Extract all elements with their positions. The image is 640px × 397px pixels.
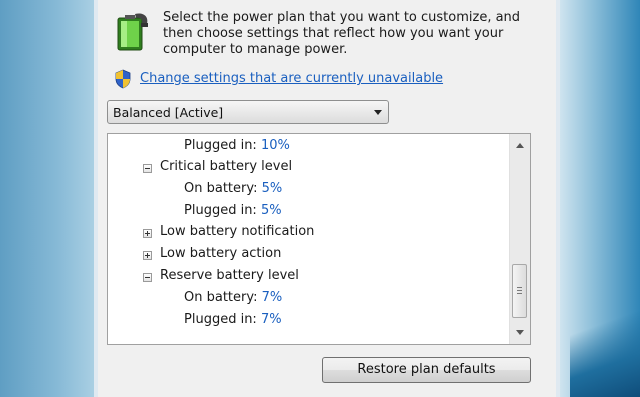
tree-scrollbar[interactable] [509,134,530,344]
tree-item-label: Plugged in: [184,138,257,153]
tree-item-on-battery[interactable]: On battery: 7% [184,290,282,305]
tree-item-plugged-in[interactable]: Plugged in: 10% [184,138,290,153]
tree-item-plugged-in[interactable]: Plugged in: 5% [184,203,282,218]
power-plan-dropdown[interactable]: Balanced [Active] [107,100,389,124]
dialog-border-right [556,0,560,397]
tree-item-label: Low battery notification [160,224,315,239]
window-frame-left [0,0,94,397]
tree-item-label: On battery: [184,290,258,305]
tree-item-low-battery-action[interactable]: Low battery action [160,246,281,261]
intro-line: then choose settings that reflect how yo… [163,26,504,41]
intro-line: Select the power plan that you want to c… [163,10,521,25]
change-settings-link[interactable]: Change settings that are currently unava… [140,71,443,86]
scroll-down-icon[interactable] [516,330,524,335]
thumb-grip [517,290,522,291]
tree-item-label: Plugged in: [184,203,257,218]
dropdown-arrow-icon [374,110,382,115]
tree-item-value[interactable]: 7% [261,312,282,327]
battery-power-icon [117,13,148,51]
desktop-wallpaper [570,277,640,397]
intro-line: computer to manage power. [163,42,348,57]
intro-text: Select the power plan that you want to c… [163,10,543,58]
uac-shield-icon [115,69,131,89]
collapse-icon[interactable] [143,273,152,282]
tree-item-label: Plugged in: [184,312,257,327]
tree-item-value[interactable]: 5% [261,203,282,218]
thumb-grip [517,287,522,288]
power-plan-selected-value: Balanced [Active] [113,105,224,120]
advanced-settings-tree[interactable]: Plugged in: 10% Critical battery level O… [107,133,531,345]
dialog-border-left [94,0,98,397]
tree-item-value[interactable]: 7% [262,290,283,305]
scrollbar-thumb[interactable] [512,264,527,318]
tree-item-value[interactable]: 5% [262,181,283,196]
thumb-grip [517,293,522,294]
expand-icon[interactable] [143,251,152,260]
tree-item-label: Reserve battery level [160,268,299,283]
scroll-up-icon[interactable] [516,143,524,148]
tree-item-value[interactable]: 10% [261,138,290,153]
tree-item-critical-battery-level[interactable]: Critical battery level [160,159,292,174]
restore-plan-defaults-button[interactable]: Restore plan defaults [322,357,531,383]
tree-item-reserve-battery-level[interactable]: Reserve battery level [160,268,299,283]
tree-item-label: On battery: [184,181,258,196]
tree-item-label: Critical battery level [160,159,293,174]
tree-item-on-battery[interactable]: On battery: 5% [184,181,282,196]
collapse-icon[interactable] [143,164,152,173]
tree-item-low-battery-notification[interactable]: Low battery notification [160,224,314,239]
tree-item-plugged-in[interactable]: Plugged in: 7% [184,312,282,327]
expand-icon[interactable] [143,229,152,238]
tree-item-label: Low battery action [160,246,282,261]
